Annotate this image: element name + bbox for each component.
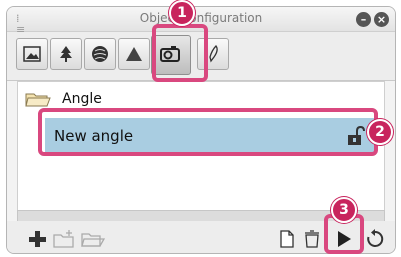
close-icon[interactable]: × <box>374 12 389 27</box>
open-folder-icon <box>81 233 105 247</box>
window-title: Object configuration <box>139 11 263 25</box>
minimize-icon[interactable]: – <box>356 12 371 27</box>
tab-image[interactable] <box>16 38 48 70</box>
callout-box-1 <box>152 24 208 82</box>
reset-button[interactable] <box>365 229 385 249</box>
callout-badge-2: 2 <box>367 119 393 145</box>
tree-icon <box>60 46 72 62</box>
new-folder-icon <box>53 230 74 248</box>
callout-badge-1: 1 <box>169 0 195 26</box>
add-button[interactable] <box>27 229 47 249</box>
image-icon <box>23 46 41 62</box>
open-folder-button[interactable] <box>81 229 105 249</box>
add-icon <box>29 231 46 247</box>
tab-terrain[interactable] <box>118 38 150 70</box>
new-document-button[interactable] <box>277 229 297 249</box>
folder-label: Angle <box>62 91 102 107</box>
tab-sphere[interactable] <box>84 38 116 70</box>
list-item-folder[interactable]: Angle <box>18 88 384 110</box>
callout-box-2 <box>38 108 378 156</box>
delete-icon <box>305 230 319 248</box>
new-folder-button[interactable] <box>53 229 77 249</box>
tab-tree[interactable] <box>50 38 82 70</box>
callout-badge-3: 3 <box>331 197 357 223</box>
delete-button[interactable] <box>302 229 322 249</box>
sphere-icon <box>92 46 108 62</box>
terrain-icon <box>126 47 142 61</box>
folder-icon <box>25 93 51 107</box>
reset-icon <box>367 229 384 247</box>
document-icon <box>280 230 294 248</box>
